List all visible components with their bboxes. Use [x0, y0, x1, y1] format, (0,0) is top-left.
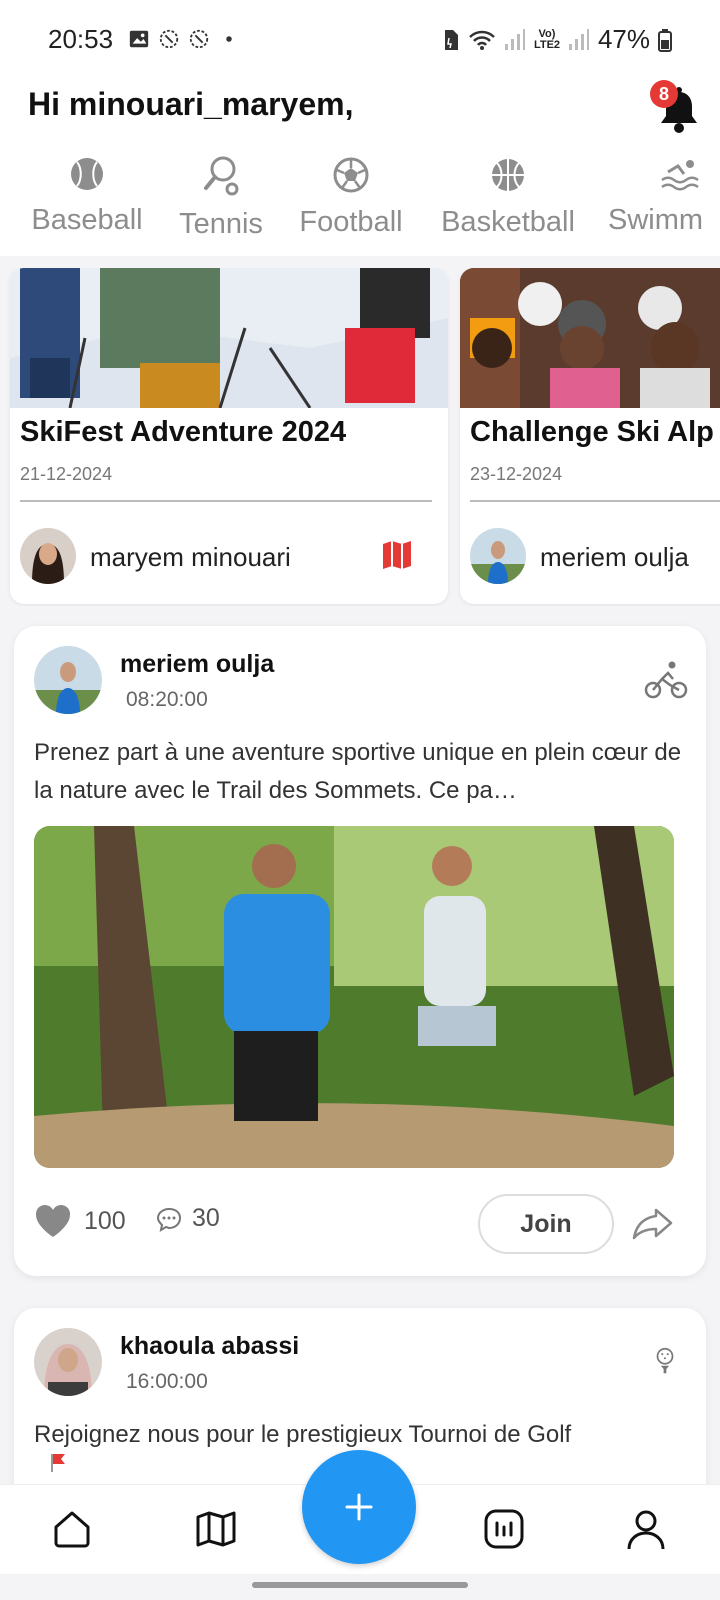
- post-actions: 100 30 Join: [34, 1194, 684, 1254]
- map-icon[interactable]: [194, 1507, 238, 1551]
- basketball-icon: [492, 159, 524, 191]
- baseball-icon: [71, 158, 103, 190]
- post-text: Rejoignez nous pour le prestigieux Tourn…: [34, 1421, 572, 1448]
- category-baseball[interactable]: Baseball: [28, 150, 146, 256]
- status-system-icons: Vo) LTE2 47%: [442, 24, 672, 55]
- stats-icon[interactable]: [482, 1507, 526, 1551]
- football-icon: [333, 157, 369, 193]
- event-image: [460, 268, 720, 408]
- category-label: Swimm: [608, 204, 704, 236]
- event-card[interactable]: Challenge Ski Alp 23-12-2024 meriem oulj…: [460, 268, 720, 604]
- add-icon: [345, 1493, 373, 1521]
- gallery-icon: [129, 30, 149, 48]
- share-icon[interactable]: [632, 1204, 674, 1244]
- notification-badge: 8: [650, 80, 678, 108]
- divider: [470, 500, 720, 502]
- comment-button[interactable]: 30: [156, 1204, 220, 1233]
- avatar[interactable]: [34, 1328, 102, 1396]
- category-label: Basketball: [441, 206, 575, 238]
- flag-icon: [51, 1454, 65, 1472]
- post-time: 16:00:00: [126, 1370, 208, 1393]
- status-bar: 20:53 Vo) LTE2 47%: [0, 0, 720, 80]
- greeting-title: Hi minouari_maryem,: [28, 86, 354, 122]
- status-notification-icons: [128, 28, 240, 50]
- event-image: [10, 268, 448, 408]
- activity-icon-2: [189, 29, 209, 49]
- map-icon[interactable]: [380, 538, 414, 572]
- events-carousel[interactable]: SkiFest Adventure 2024 21-12-2024 maryem…: [0, 268, 720, 606]
- post-text: Prenez part à une aventure sportive uniq…: [34, 739, 682, 804]
- post-image: [34, 826, 674, 1168]
- avatar[interactable]: [470, 528, 526, 584]
- heart-icon: [35, 1205, 71, 1237]
- activity-icon: [159, 29, 179, 49]
- home-icon[interactable]: [50, 1507, 94, 1551]
- network-type: Vo) LTE2: [533, 27, 561, 51]
- like-count: 100: [84, 1206, 126, 1235]
- post-author: khaoula abassi: [120, 1332, 300, 1360]
- profile-icon[interactable]: [624, 1507, 668, 1551]
- app-header: Hi minouari_maryem, 8: [0, 80, 720, 150]
- category-label: Football: [299, 206, 403, 238]
- event-author: meriem oulja: [540, 542, 689, 572]
- signal-icon-2: [568, 28, 589, 50]
- battery-icon: [658, 28, 672, 52]
- add-button[interactable]: [302, 1450, 416, 1564]
- event-author: maryem minouari: [90, 542, 291, 572]
- event-card[interactable]: SkiFest Adventure 2024 21-12-2024 maryem…: [10, 268, 448, 604]
- gesture-bar[interactable]: [252, 1582, 468, 1588]
- golf-icon: [656, 1347, 674, 1374]
- category-tabs: Baseball Tennis Football Basketball Swim…: [0, 150, 720, 256]
- comment-icon: [156, 1207, 182, 1232]
- post-author: meriem oulja: [120, 650, 275, 678]
- app-screen: 20:53 Vo) LTE2 47% Hi minouari_maryem, 8: [0, 0, 720, 1600]
- divider: [20, 500, 432, 502]
- avatar[interactable]: [20, 528, 76, 584]
- battery-percent: 47%: [597, 24, 650, 54]
- comment-count: 30: [192, 1204, 220, 1232]
- gesture-area: [0, 1574, 720, 1600]
- category-basketball[interactable]: Basketball: [434, 150, 582, 256]
- swimming-icon: [661, 160, 699, 191]
- avatar[interactable]: [34, 646, 102, 714]
- dot-icon: [226, 36, 232, 42]
- sim-icon: [444, 29, 458, 50]
- signal-icon: [504, 28, 525, 50]
- category-label: Tennis: [179, 208, 263, 240]
- category-football[interactable]: Football: [294, 150, 408, 256]
- event-title: Challenge Ski Alp: [470, 416, 714, 448]
- event-title: SkiFest Adventure 2024: [20, 416, 347, 448]
- status-time: 20:53: [48, 24, 114, 54]
- wifi-icon: [469, 30, 495, 50]
- category-tennis[interactable]: Tennis: [174, 150, 268, 256]
- like-button[interactable]: 100: [34, 1204, 126, 1238]
- event-date: 23-12-2024: [470, 464, 563, 484]
- category-label: Baseball: [31, 204, 143, 236]
- post-card[interactable]: meriem oulja 08:20:00 Prenez part à une …: [14, 626, 706, 1276]
- event-date: 21-12-2024: [20, 464, 113, 484]
- cycling-icon: [644, 661, 688, 699]
- tennis-icon: [204, 156, 239, 196]
- category-swimming[interactable]: Swimm: [608, 150, 720, 256]
- post-time: 08:20:00: [126, 688, 208, 711]
- join-button[interactable]: Join: [478, 1194, 614, 1254]
